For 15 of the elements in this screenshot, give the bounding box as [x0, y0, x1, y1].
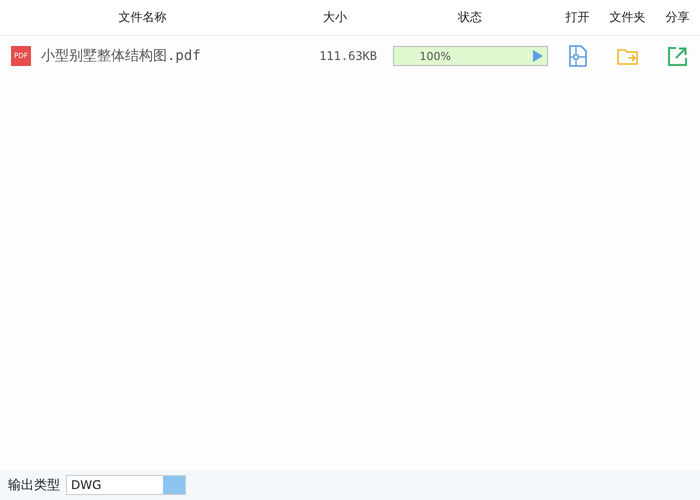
- file-size: 111.63KB: [318, 49, 378, 63]
- share-icon[interactable]: [668, 46, 687, 66]
- column-header: 文件夹: [608, 9, 646, 26]
- file-name: 小型别墅整体结构图.pdf: [41, 47, 201, 65]
- column-header: 分享: [664, 9, 690, 26]
- play-icon[interactable]: [532, 49, 544, 63]
- progress-reading: 100%: [420, 50, 451, 62]
- folder-icon[interactable]: [616, 47, 638, 65]
- column-header: 文件名称: [118, 9, 168, 26]
- column-header: 大小: [322, 9, 348, 26]
- document-icon[interactable]: [568, 45, 586, 67]
- column-header: 打开: [564, 9, 590, 26]
- column-header: 状态: [457, 9, 483, 26]
- output-type-dropdown[interactable]: DWG: [66, 475, 186, 495]
- output-type-label: 输出类型: [8, 477, 60, 494]
